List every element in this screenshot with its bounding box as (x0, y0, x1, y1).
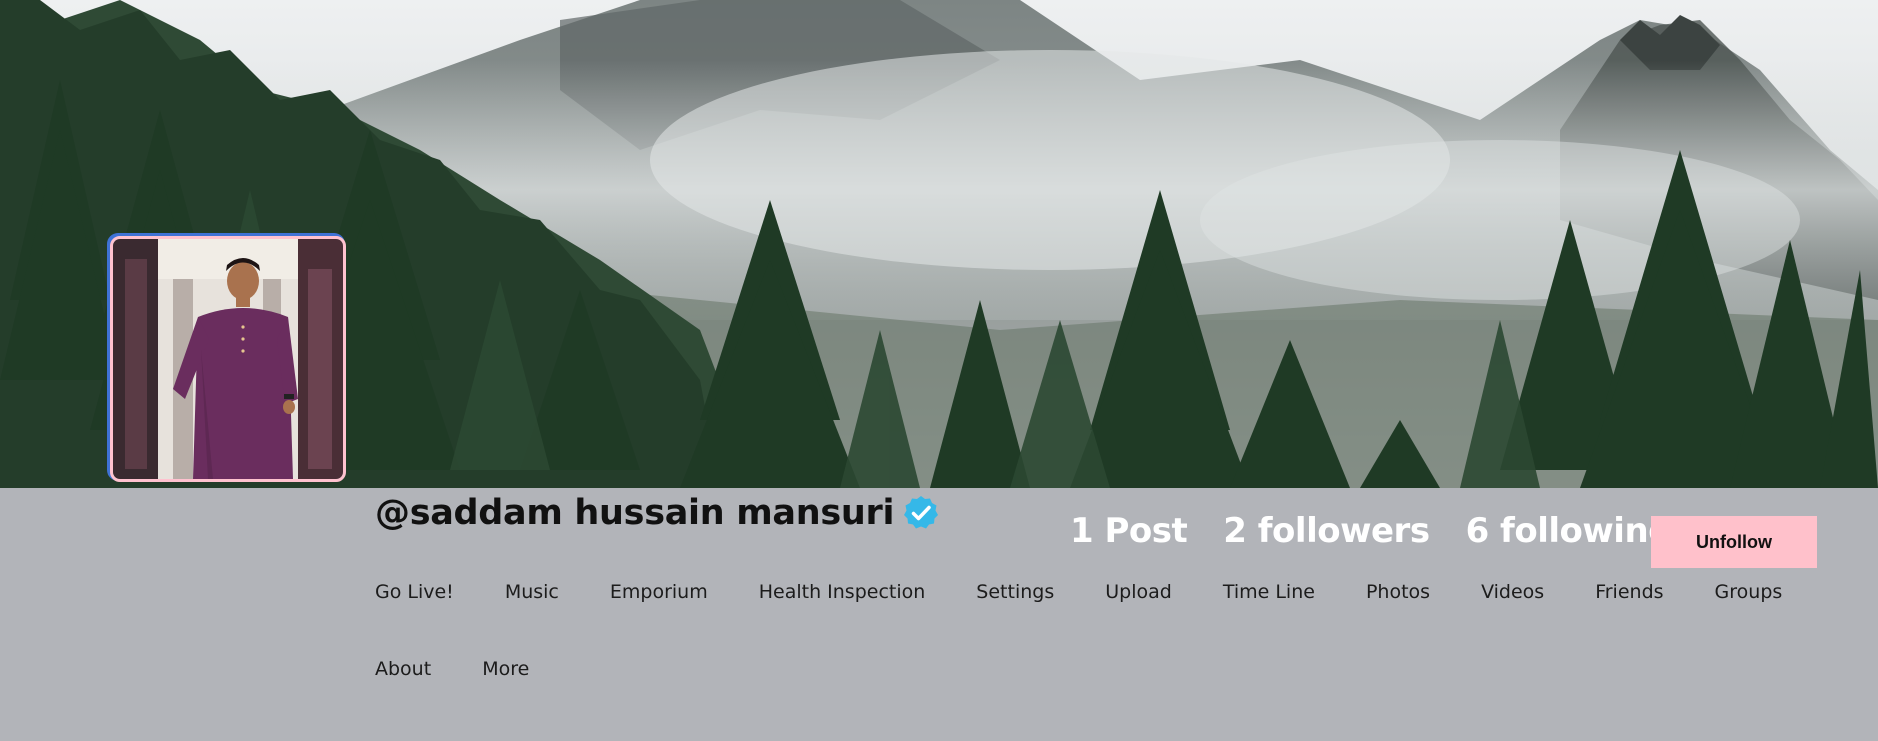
nav-item-health-inspection[interactable]: Health Inspection (759, 580, 926, 604)
verified-check-icon (902, 494, 940, 532)
nav-item-music[interactable]: Music (505, 580, 559, 604)
nav-item-photos[interactable]: Photos (1366, 580, 1430, 604)
profile-nav: Go Live! Music Emporium Health Inspectio… (375, 580, 1845, 681)
nav-item-upload[interactable]: Upload (1105, 580, 1172, 604)
nav-item-more[interactable]: More (482, 657, 529, 681)
profile-stats: 1 Post 2 followers 6 following (1070, 511, 1672, 551)
nav-item-groups[interactable]: Groups (1715, 580, 1783, 604)
nav-item-go-live[interactable]: Go Live! (375, 580, 454, 604)
nav-item-emporium[interactable]: Emporium (610, 580, 708, 604)
profile-page: @saddam hussain mansuri 1 Post 2 followe… (0, 0, 1878, 741)
nav-item-settings[interactable]: Settings (976, 580, 1054, 604)
unfollow-button[interactable]: Unfollow (1651, 516, 1817, 568)
nav-item-time-line[interactable]: Time Line (1223, 580, 1315, 604)
nav-item-videos[interactable]: Videos (1481, 580, 1544, 604)
username-row: @saddam hussain mansuri (375, 489, 940, 537)
posts-count[interactable]: 1 Post (1070, 511, 1188, 551)
nav-item-about[interactable]: About (375, 657, 431, 681)
profile-avatar[interactable] (110, 236, 346, 482)
nav-item-friends[interactable]: Friends (1595, 580, 1663, 604)
followers-count[interactable]: 2 followers (1223, 511, 1430, 551)
profile-username: @saddam hussain mansuri (375, 493, 895, 533)
following-count[interactable]: 6 following (1466, 511, 1673, 551)
